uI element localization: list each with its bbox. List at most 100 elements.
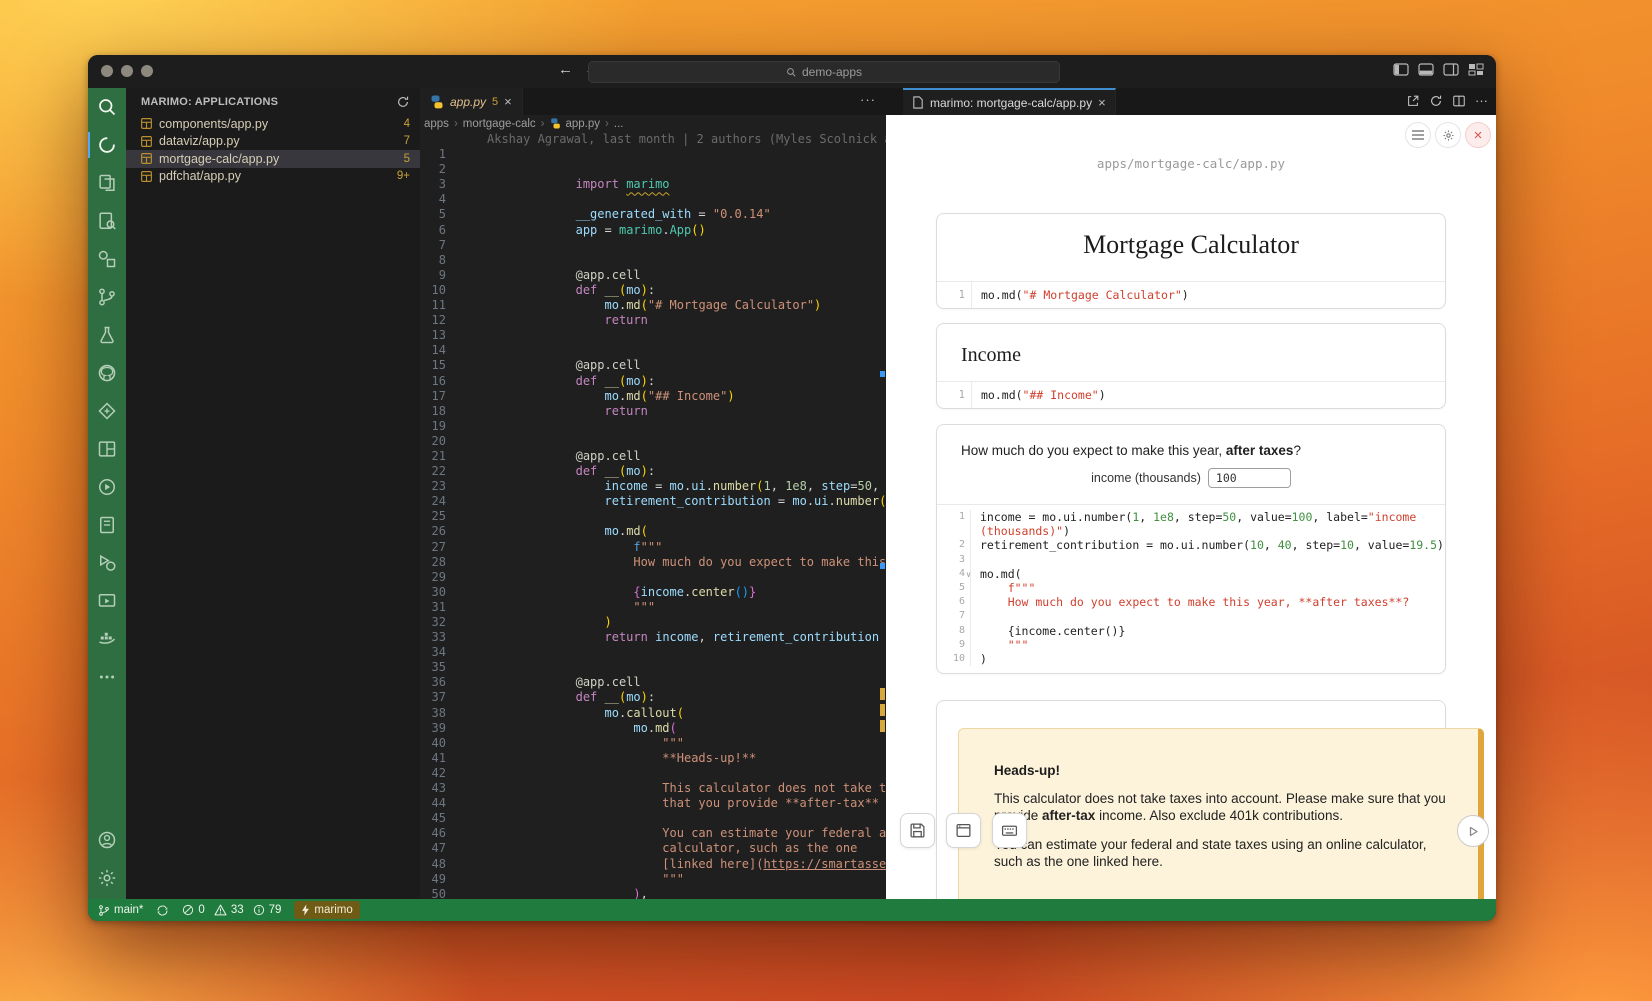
minimize-traffic-light-button[interactable] [121, 65, 133, 77]
code-line[interactable]: 31 return income, retirement_contributio… [420, 600, 886, 615]
code-line[interactable]: 4 app = marimo.App() [420, 192, 886, 207]
breadcrumb-file[interactable]: app.py [566, 118, 601, 130]
cell-card-income[interactable]: Income 1 mo.md("## Income") [936, 323, 1446, 409]
beaker-icon[interactable] [88, 316, 126, 354]
code-line[interactable]: 14 def __(mo): [420, 343, 886, 358]
code-line[interactable]: 1 import marimo [420, 147, 886, 162]
code-line[interactable]: 45 calculator, such as the one [420, 811, 886, 826]
code-line[interactable]: 2 [420, 162, 886, 177]
cell-code-line[interactable]: 1 mo.md("## Income") [937, 382, 1445, 408]
sync-changes-button[interactable] [156, 904, 169, 917]
cell-code-line[interactable]: (thousands)") [937, 524, 1445, 538]
split-editor-icon[interactable] [1452, 94, 1466, 108]
run-cell-button[interactable] [1457, 815, 1489, 847]
cell-card-income-input[interactable]: How much do you expect to make this year… [936, 424, 1446, 674]
code-line[interactable]: 39 **Heads-up!** [420, 721, 886, 736]
code-line[interactable]: 49 kind="warn", [420, 872, 886, 887]
code-line[interactable]: 46 [linked here](https://smartasset.com/… [420, 826, 886, 841]
code-line[interactable]: 21 income = mo.ui.number(1, 1e8, step=50… [420, 449, 886, 464]
code-line[interactable]: 25 f""" [420, 509, 886, 524]
close-traffic-light-button[interactable] [101, 65, 113, 77]
code-line[interactable]: 9 mo.md("# Mortgage Calculator") [420, 268, 886, 283]
sidebar-file-item[interactable]: pdfchat/app.py 9+ [126, 168, 420, 186]
code-line[interactable]: 3 __generated_with = "0.0.14" [420, 177, 886, 192]
app-settings-gear-icon[interactable] [1435, 122, 1461, 148]
code-line[interactable]: 12 [420, 313, 886, 328]
code-line[interactable]: 8 def __(mo): [420, 253, 886, 268]
open-in-browser-button[interactable] [946, 813, 981, 848]
tab-marimo-preview[interactable]: marimo: mortgage-calc/app.py × [903, 88, 1116, 115]
shapes-icon[interactable] [88, 240, 126, 278]
source-control-icon[interactable] [88, 278, 126, 316]
shutdown-close-icon[interactable]: × [1465, 122, 1491, 148]
breadcrumb-apps[interactable]: apps [424, 118, 449, 130]
code-line[interactable]: 13 @app.cell [420, 328, 886, 343]
refresh-icon[interactable] [396, 95, 410, 109]
search-editor-icon[interactable] [88, 202, 126, 240]
open-external-icon[interactable] [1406, 94, 1420, 108]
code-line[interactable]: 26 How much do you expect to make this y… [420, 524, 886, 539]
customize-layout-icon[interactable] [1468, 63, 1484, 76]
code-line[interactable]: 18 [420, 404, 886, 419]
breadcrumb[interactable]: apps › mortgage-calc › app.py › ... [420, 115, 886, 132]
sidebar-file-item[interactable]: dataviz/app.py 7 [126, 133, 420, 151]
editor-actions-more-icon[interactable]: ··· [860, 92, 876, 107]
layout-panels-icon[interactable] [88, 430, 126, 468]
sidebar-file-item[interactable]: mortgage-calc/app.py 5 [126, 150, 420, 168]
cell-code-line[interactable]: 7 [937, 609, 1445, 623]
run-debug-icon[interactable] [88, 544, 126, 582]
code-line[interactable]: 38 """ [420, 706, 886, 721]
cell-code-line[interactable]: 9 """ [937, 638, 1445, 652]
cell-code-line[interactable]: 4∨ mo.md( [937, 567, 1445, 581]
git-branch-status[interactable]: main* [98, 904, 143, 917]
code-line[interactable]: 42 that you provide **after-tax** income… [420, 766, 886, 781]
search-icon[interactable] [88, 88, 126, 126]
remote-explorer-icon[interactable] [88, 392, 126, 430]
code-line[interactable]: 20 def __(mo): [420, 434, 886, 449]
more-actions-icon[interactable]: ··· [1475, 93, 1488, 108]
cell-code-line[interactable]: 10 ) [937, 652, 1445, 666]
code-line[interactable]: 35 def __(mo): [420, 660, 886, 675]
notebook-icon[interactable] [88, 506, 126, 544]
command-center-search[interactable]: demo-apps [588, 61, 1060, 83]
save-button[interactable] [900, 813, 935, 848]
account-icon[interactable] [88, 821, 126, 859]
code-line[interactable]: 7 @app.cell [420, 238, 886, 253]
fold-chevron-icon[interactable]: ∨ [966, 568, 971, 582]
cell-card-title[interactable]: Mortgage Calculator 1 mo.md("# Mortgage … [936, 213, 1446, 309]
cell-code-line[interactable]: 1 mo.md("# Mortgage Calculator") [937, 282, 1445, 308]
cell-code-line[interactable]: 1 income = mo.ui.number(1, 1e8, step=50,… [937, 510, 1445, 524]
settings-gear-icon[interactable] [88, 859, 126, 897]
code-line[interactable]: 36 mo.callout( [420, 675, 886, 690]
breadcrumb-mortgage-calc[interactable]: mortgage-calc [463, 118, 536, 130]
code-line[interactable]: 34 @app.cell [420, 645, 886, 660]
marimo-status-chip[interactable]: marimo [294, 901, 359, 919]
keyboard-shortcuts-button[interactable] [992, 813, 1027, 848]
cell-code-line[interactable]: 5 f""" [937, 581, 1445, 595]
menu-icon[interactable] [1405, 122, 1431, 148]
code-line[interactable]: 37 mo.md( [420, 690, 886, 705]
cell-code-line[interactable]: 8 {income.center()} [937, 624, 1445, 638]
code-line[interactable]: 29 """ [420, 570, 886, 585]
code-line[interactable]: 32 [420, 615, 886, 630]
toggle-primary-sidebar-icon[interactable] [1393, 63, 1409, 76]
run-circle-icon[interactable] [88, 468, 126, 506]
income-number-input[interactable]: 100 [1208, 468, 1291, 488]
toggle-panel-icon[interactable] [1418, 63, 1434, 76]
github-icon[interactable] [88, 354, 126, 392]
cell-code-line[interactable]: 2 retirement_contribution = mo.ui.number… [937, 538, 1445, 552]
code-line[interactable]: 15 mo.md("## Income") [420, 358, 886, 373]
problems-status[interactable]: 0 33 79 [182, 904, 281, 916]
close-tab-icon[interactable]: × [504, 94, 512, 109]
code-line[interactable]: 44 You can estimate your federal and sta… [420, 796, 886, 811]
code-line[interactable]: 19 @app.cell [420, 419, 886, 434]
live-preview-icon[interactable] [88, 582, 126, 620]
marimo-extension-icon[interactable] [88, 126, 126, 164]
cell-code-line[interactable]: 3 [937, 553, 1445, 567]
tab-app-py[interactable]: app.py 5 × [420, 88, 523, 115]
close-tab-icon[interactable]: × [1098, 95, 1106, 110]
sidebar-file-item[interactable]: components/app.py 4 [126, 115, 420, 133]
explorer-icon[interactable] [88, 164, 126, 202]
refresh-icon[interactable] [1429, 94, 1443, 108]
cell-code-line[interactable]: 6 How much do you expect to make this ye… [937, 595, 1445, 609]
